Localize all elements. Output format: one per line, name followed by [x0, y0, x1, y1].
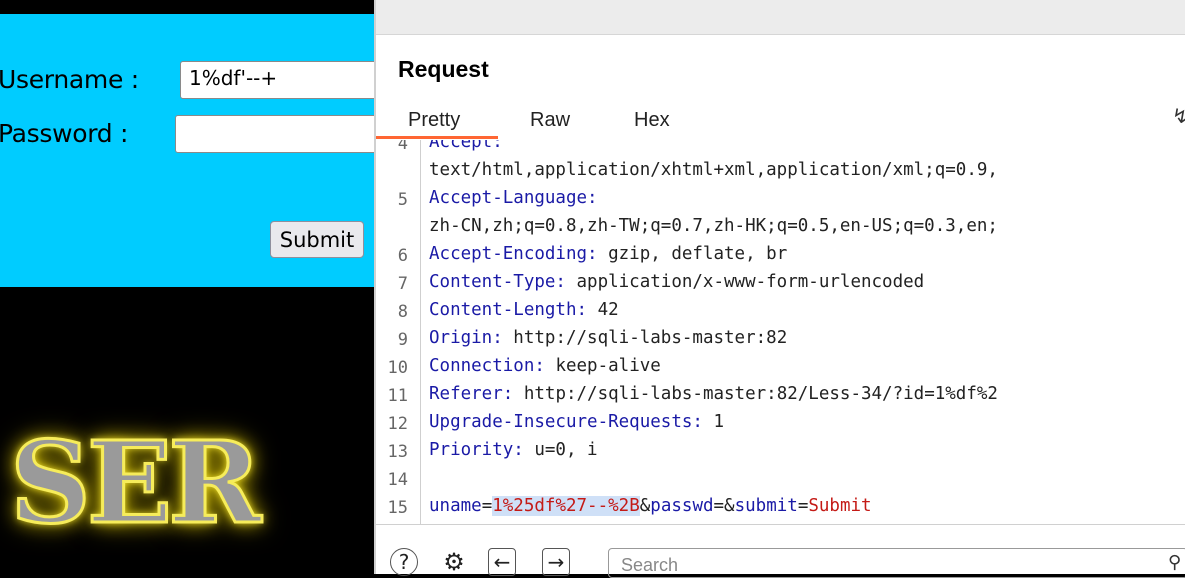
code-line: Content-Length: 42: [429, 300, 619, 320]
param-uname: uname: [429, 496, 482, 516]
header-value: 1: [702, 412, 725, 432]
line-number: 12: [387, 414, 408, 434]
param-value-uname: 1%25df%27--%2B: [492, 496, 640, 516]
header-key: Content-Length:: [429, 300, 588, 320]
body-line: uname=1%25df%27--%2B&passwd=&submit=Subm…: [429, 496, 872, 516]
username-label: Username :: [0, 65, 139, 94]
ampersand: &: [639, 496, 651, 516]
code-line: Upgrade-Insecure-Requests: 1: [429, 412, 724, 432]
line-number: 13: [387, 442, 408, 462]
header-value: 42: [587, 300, 619, 320]
forward-icon[interactable]: →: [542, 548, 570, 576]
login-page: Username : 1%df'--+ Password : Submit SE…: [0, 0, 380, 574]
search-icon: ⚲: [1168, 552, 1182, 573]
code-line: Connection: keep-alive: [429, 356, 661, 376]
header-value: keep-alive: [544, 356, 661, 376]
header-value: http://sqli-labs-master:82/Less-34/?id=1…: [513, 384, 998, 404]
back-icon[interactable]: ←: [488, 548, 516, 576]
code-line: Accept-Encoding: gzip, deflate, br: [429, 244, 787, 264]
password-label: Password :: [0, 119, 129, 148]
code-line: Origin: http://sqli-labs-master:82: [429, 328, 787, 348]
code-line: Referer: http://sqli-labs-master:82/Less…: [429, 384, 998, 404]
header-key: Accept:: [429, 140, 503, 152]
header-key: Accept-Language:: [429, 188, 598, 208]
line-number: 9: [397, 330, 408, 350]
header-value: text/html,application/xhtml+xml,applicat…: [429, 160, 998, 180]
header-key: Content-Type:: [429, 272, 566, 292]
request-title: Request: [398, 56, 489, 82]
line-number: 14: [387, 470, 408, 490]
equals: =&: [713, 496, 735, 516]
header-value: zh-CN,zh;q=0.8,zh-TW;q=0.7,zh-HK;q=0.5,e…: [429, 216, 998, 236]
help-icon[interactable]: ?: [390, 548, 418, 576]
line-number: 7: [397, 274, 408, 294]
tab-pretty[interactable]: Pretty: [408, 109, 460, 132]
param-value-submit: Submit: [808, 496, 872, 516]
wrap-icon[interactable]: ↯: [1172, 104, 1185, 128]
line-number: 6: [397, 246, 408, 266]
line-number: 11: [387, 386, 408, 406]
equals: =: [481, 496, 493, 516]
header-key: Upgrade-Insecure-Requests:: [429, 412, 703, 432]
header-value: u=0, i: [523, 440, 598, 460]
header-value: application/x-www-form-urlencoded: [565, 272, 925, 292]
request-editor[interactable]: 4 Accept: text/html,application/xhtml+xml,…: [376, 140, 1185, 525]
line-number: 5: [397, 190, 408, 210]
line-number: 4: [397, 140, 408, 154]
line-number: 10: [387, 358, 408, 378]
tab-raw[interactable]: Raw: [530, 109, 570, 132]
header-value: gzip, deflate, br: [597, 244, 788, 264]
param-passwd: passwd: [650, 496, 714, 516]
header-key: Connection:: [429, 356, 545, 376]
submit-button[interactable]: Submit: [270, 221, 364, 258]
request-panel: Request Pretty Raw Hex ↯ 4 Accept: text/ht…: [374, 0, 1185, 578]
code-line: Accept:: [429, 140, 503, 152]
login-panel: Username : 1%df'--+ Password : Submit: [0, 14, 380, 287]
logo: SER: [8, 418, 262, 549]
tab-hex[interactable]: Hex: [634, 109, 670, 132]
header-key: Accept-Encoding:: [429, 244, 598, 264]
code-line: text/html,application/xhtml+xml,applicat…: [429, 160, 998, 180]
code-line: Content-Type: application/x-www-form-url…: [429, 272, 924, 292]
password-input[interactable]: [175, 115, 380, 153]
code-line: zh-CN,zh;q=0.8,zh-TW;q=0.7,zh-HK;q=0.5,e…: [429, 216, 998, 236]
header-key: Origin:: [429, 328, 503, 348]
code-line: Priority: u=0, i: [429, 440, 598, 460]
header-key: Referer:: [429, 384, 514, 404]
active-tab-indicator: [376, 136, 498, 139]
panel-topbar: [376, 0, 1185, 35]
settings-icon[interactable]: ⚙: [440, 548, 468, 576]
line-number: 15: [387, 498, 408, 518]
line-number: 8: [397, 302, 408, 322]
code-line: Accept-Language:: [429, 188, 598, 208]
param-submit: submit: [734, 496, 798, 516]
header-value: http://sqli-labs-master:82: [502, 328, 788, 348]
header-key: Priority:: [429, 440, 524, 460]
equals: =: [797, 496, 809, 516]
username-input[interactable]: 1%df'--+: [180, 61, 380, 99]
